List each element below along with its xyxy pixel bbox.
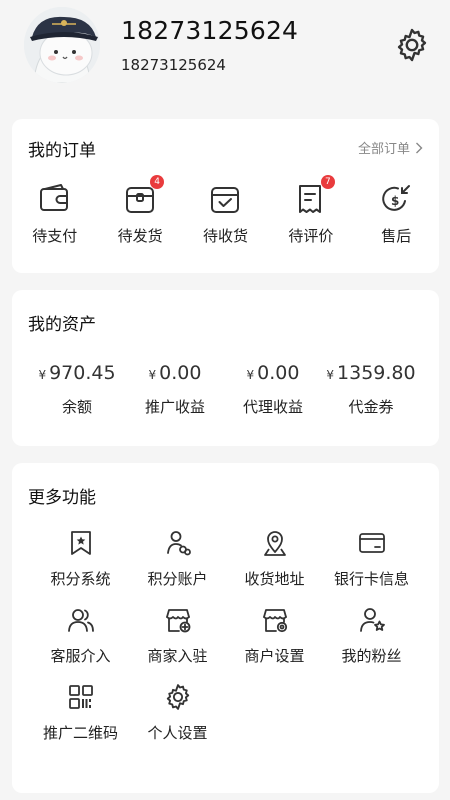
function-label: 推广二维码 [42, 724, 118, 742]
orders-card: 我的订单 全部订单 待支付 4 待发货 待收货 7 待评价 $ 售后 [12, 119, 439, 273]
asset-promotion-earnings[interactable]: ¥0.00 推广收益 [126, 362, 224, 417]
function-merchant-settings[interactable]: 商户设置 [226, 605, 323, 666]
function-label: 我的粉丝 [341, 647, 402, 665]
function-label: 积分账户 [147, 570, 208, 588]
function-shipping-address[interactable]: 收货地址 [226, 528, 323, 589]
asset-balance[interactable]: ¥970.45 余额 [28, 362, 126, 417]
function-customer-service[interactable]: 客服介入 [32, 605, 129, 666]
function-my-fans[interactable]: 我的粉丝 [323, 605, 420, 666]
function-personal-settings[interactable]: 个人设置 [129, 682, 226, 743]
function-label: 商户设置 [244, 647, 305, 665]
asset-vouchers[interactable]: ¥1359.80 代金券 [322, 362, 420, 417]
gear-icon [397, 28, 427, 62]
store-add-icon [165, 609, 190, 633]
asset-label: 代理收益 [242, 398, 303, 416]
function-grid: 积分系统 积分账户 收货地址 银行卡信息 客服介入 商家入驻 商户设置 我的粉丝… [32, 528, 422, 743]
order-pending-shipment[interactable]: 4 待发货 [97, 175, 182, 246]
assets-title: 我的资产 [28, 315, 96, 335]
chevron-right-icon [416, 142, 423, 153]
currency-symbol: ¥ [38, 368, 47, 382]
asset-value: ¥1359.80 [326, 362, 415, 384]
settings-button[interactable] [393, 26, 431, 64]
function-label: 银行卡信息 [333, 570, 409, 588]
box-check-icon [211, 187, 240, 213]
avatar-image [24, 7, 100, 83]
function-bank-card[interactable]: 银行卡信息 [323, 528, 420, 589]
function-label: 客服介入 [50, 647, 111, 665]
store-settings-icon [262, 609, 287, 633]
badge-count: 4 [150, 175, 165, 189]
user-link-icon [166, 531, 191, 556]
function-label: 个人设置 [147, 724, 208, 742]
asset-amount: 0.00 [159, 362, 202, 384]
bookmark-star-icon [70, 531, 91, 555]
order-item-label: 售后 [381, 227, 412, 245]
function-label: 积分系统 [50, 570, 111, 588]
currency-symbol: ¥ [326, 368, 335, 382]
function-label: 商家入驻 [147, 647, 208, 665]
profile-header: 18273125624 18273125624 [0, 0, 450, 100]
asset-label: 余额 [61, 398, 92, 416]
location-pin-icon [263, 531, 286, 556]
function-label: 收货地址 [244, 570, 305, 588]
order-pending-review[interactable]: 7 待评价 [268, 175, 353, 246]
asset-amount: 970.45 [49, 362, 116, 384]
wallet-icon [39, 184, 68, 211]
order-pending-receipt[interactable]: 待收货 [183, 181, 268, 246]
asset-agent-earnings[interactable]: ¥0.00 代理收益 [224, 362, 322, 417]
function-promotion-qr-code[interactable]: 推广二维码 [32, 682, 129, 743]
badge-count: 7 [320, 175, 335, 189]
order-pending-payment[interactable]: 待支付 [12, 181, 97, 246]
bank-card-icon [358, 533, 385, 553]
order-item-label: 待收货 [202, 227, 248, 245]
currency-symbol: ¥ [148, 368, 157, 382]
all-orders-link[interactable]: 全部订单 [358, 138, 423, 157]
user-star-icon [359, 608, 385, 632]
more-functions-title: 更多功能 [28, 488, 96, 508]
currency-symbol: ¥ [246, 368, 255, 382]
assets-card: 我的资产 ¥970.45 余额 ¥0.00 推广收益 ¥0.00 代理收益 ¥1… [12, 290, 439, 446]
order-item-label: 待评价 [288, 227, 334, 245]
order-after-sales[interactable]: $ 售后 [354, 181, 439, 246]
svg-text:$: $ [391, 194, 399, 208]
asset-value: ¥0.00 [149, 362, 202, 384]
users-icon [67, 609, 94, 632]
username: 18273125624 [121, 16, 299, 45]
more-functions-card: 更多功能 积分系统 积分账户 收货地址 银行卡信息 客服介入 商家入驻 商户设置… [12, 463, 439, 793]
asset-value: ¥0.00 [247, 362, 300, 384]
orders-title: 我的订单 [28, 141, 96, 161]
refund-icon: $ [382, 185, 411, 211]
asset-row: ¥970.45 余额 ¥0.00 推广收益 ¥0.00 代理收益 ¥1359.8… [12, 362, 439, 417]
all-orders-label: 全部订单 [357, 142, 410, 157]
asset-label: 推广收益 [144, 398, 205, 416]
function-points-account[interactable]: 积分账户 [129, 528, 226, 589]
avatar[interactable] [24, 7, 100, 83]
asset-value: ¥970.45 [38, 362, 115, 384]
qr-code-icon [68, 685, 93, 709]
order-status-row: 待支付 4 待发货 待收货 7 待评价 $ 售后 [12, 175, 439, 246]
user-phone: 18273125624 [121, 56, 226, 74]
asset-label: 代金券 [348, 398, 394, 416]
order-item-label: 待支付 [32, 227, 78, 245]
asset-amount: 0.00 [257, 362, 300, 384]
function-merchant-onboarding[interactable]: 商家入驻 [129, 605, 226, 666]
order-item-label: 待发货 [117, 227, 163, 245]
function-points-system[interactable]: 积分系统 [32, 528, 129, 589]
asset-amount: 1359.80 [337, 362, 416, 384]
gear-icon [166, 684, 189, 710]
